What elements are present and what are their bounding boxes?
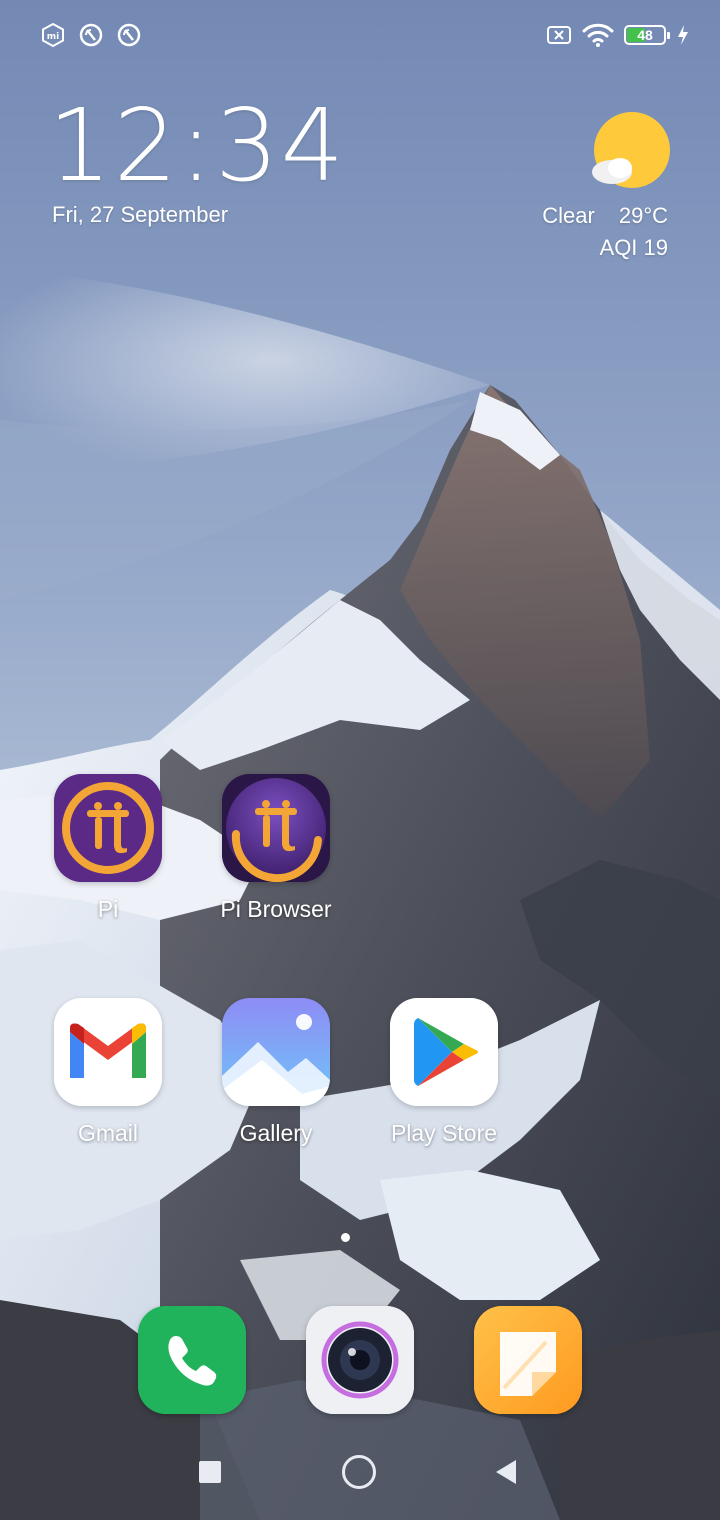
weather-widget[interactable]: Clear 29°C AQI 19 (542, 200, 668, 264)
pi-browser-icon (222, 774, 330, 882)
clock-time[interactable]: 12:34 (48, 96, 346, 196)
no-sim-icon (546, 20, 572, 50)
wifi-icon (582, 20, 614, 50)
recents-button[interactable] (190, 1452, 230, 1492)
mi-icon: mi (40, 20, 66, 50)
weather-aqi: AQI 19 (599, 235, 668, 260)
page-indicator (341, 1233, 350, 1242)
gallery-icon (222, 998, 330, 1106)
no-disturb-icon (78, 20, 104, 50)
notes-icon[interactable] (474, 1306, 582, 1414)
sun-cloud-icon[interactable] (586, 110, 674, 198)
status-bar-right: 48 (546, 20, 690, 50)
app-gmail[interactable]: Gmail (28, 998, 188, 1147)
app-label: Gallery (239, 1120, 313, 1146)
app-pi-browser[interactable]: Pi Browser (196, 774, 356, 923)
camera-icon[interactable] (306, 1306, 414, 1414)
status-bar-left: mi (40, 20, 142, 50)
app-gallery[interactable]: Gallery (196, 998, 356, 1147)
app-play-store[interactable]: Play Store (364, 998, 524, 1147)
app-label: Pi Browser (220, 896, 332, 922)
app-label: Pi (97, 896, 119, 922)
phone-icon[interactable] (138, 1306, 246, 1414)
gmail-icon (54, 998, 162, 1106)
svg-text:mi: mi (47, 32, 59, 42)
weather-condition: Clear (542, 203, 595, 228)
weather-temperature: 29°C (618, 203, 668, 228)
no-disturb-icon (116, 20, 142, 50)
home-button[interactable] (339, 1452, 379, 1492)
battery-icon: 48 (624, 25, 670, 45)
charging-icon (676, 20, 690, 50)
home-screen: mi 48 12:34 Fri, 27 September Clear 29°C… (0, 0, 720, 1520)
back-button[interactable] (486, 1452, 526, 1492)
battery-level: 48 (637, 27, 653, 43)
clock-date[interactable]: Fri, 27 September (52, 202, 228, 228)
play-store-icon (390, 998, 498, 1106)
app-pi[interactable]: Pi (28, 774, 188, 923)
app-label: Play Store (390, 1120, 498, 1146)
pi-network-icon (54, 774, 162, 882)
app-label: Gmail (77, 1120, 139, 1146)
